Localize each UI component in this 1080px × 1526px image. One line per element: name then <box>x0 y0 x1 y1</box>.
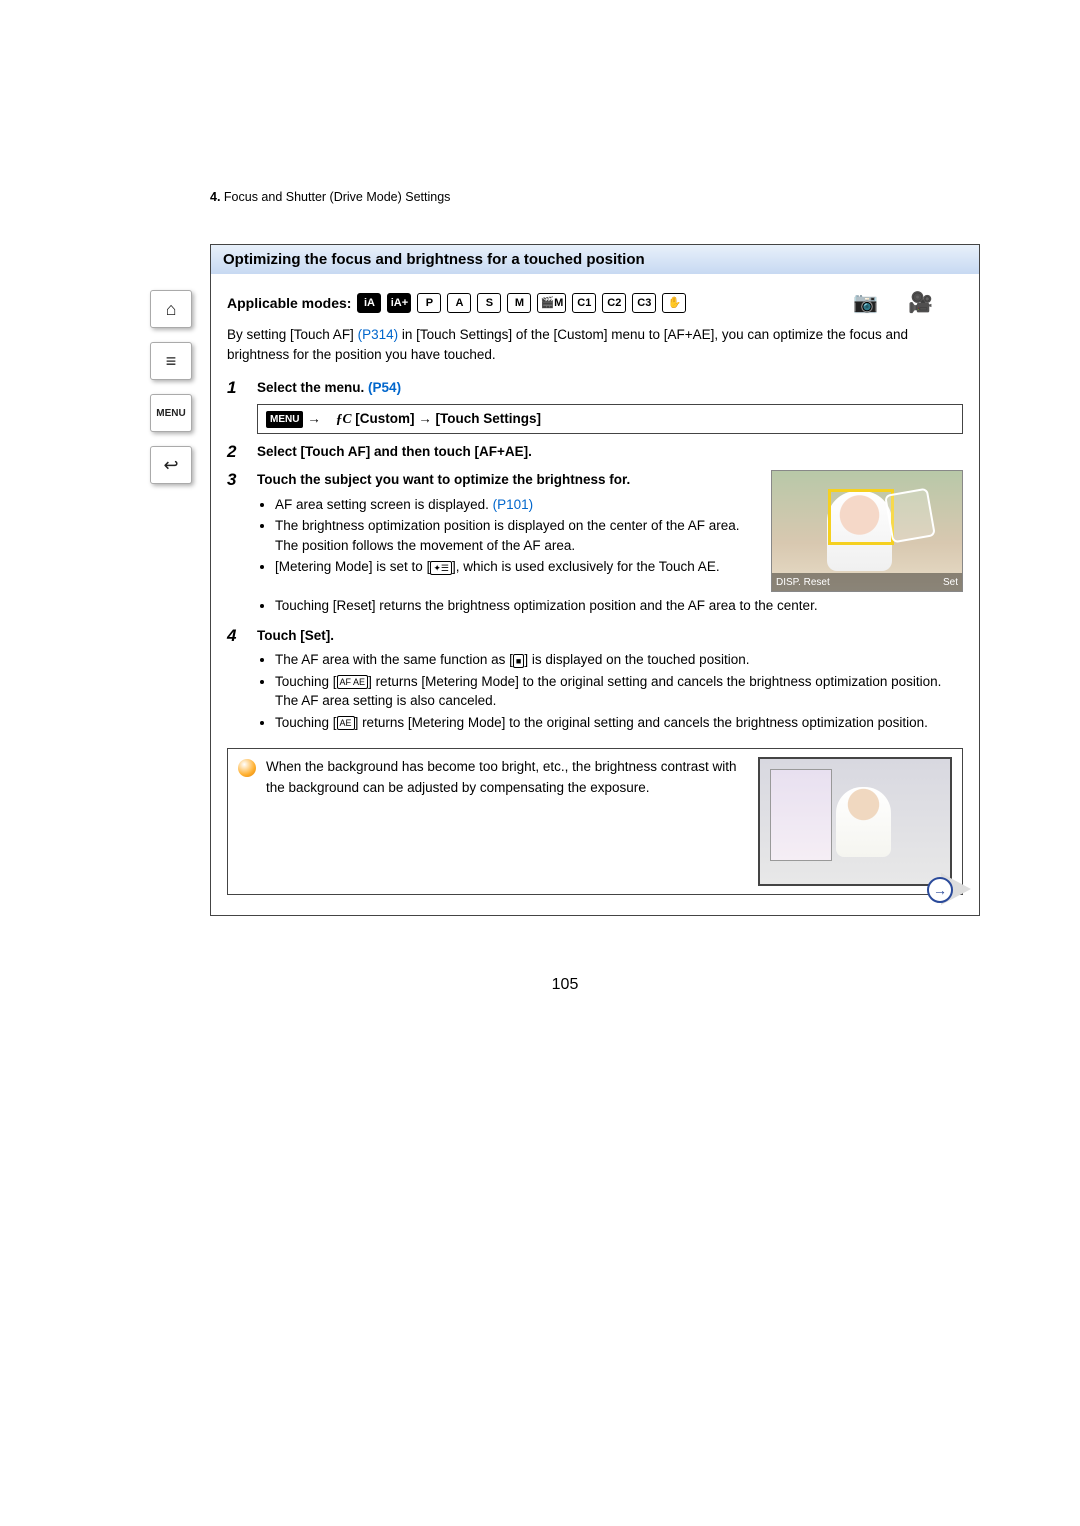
link-p314[interactable]: (P314) <box>358 327 399 342</box>
example-image-touch: DISP. Reset Set <box>771 470 963 592</box>
toc-icon[interactable]: ≡ <box>150 342 192 380</box>
video-icon: 🎥 <box>908 290 933 315</box>
sidebar: ⌂ ≡ MENU ↩ <box>150 290 192 484</box>
step-4: 4 Touch [Set]. The AF area with the same… <box>227 626 963 735</box>
mode-c3: C3 <box>632 293 656 313</box>
step-1: 1 Select the menu. (P54) MENU → ƒC [Cust… <box>227 378 963 435</box>
section-heading: Optimizing the focus and brightness for … <box>211 244 979 274</box>
link-p101[interactable]: (P101) <box>493 497 534 512</box>
mode-ia-plus: iA+ <box>387 293 411 313</box>
disp-label: DISP. <box>776 577 801 588</box>
step4-bullet-3: Touching [AE] returns [Metering Mode] to… <box>275 713 963 733</box>
step3-bullet-3: [Metering Mode] is set to [✦☰], which is… <box>275 557 759 577</box>
step4-bullet-1: The AF area with the same function as [■… <box>275 650 963 670</box>
mode-c1: C1 <box>572 293 596 313</box>
breadcrumb-num: 4. <box>210 190 220 204</box>
breadcrumb-text: Focus and Shutter (Drive Mode) Settings <box>224 190 451 204</box>
breadcrumb: 4. Focus and Shutter (Drive Mode) Settin… <box>210 190 980 204</box>
set-button[interactable]: Set <box>943 575 958 590</box>
example-image-exposure <box>758 757 952 886</box>
mode-m: M <box>507 293 531 313</box>
applicable-label: Applicable modes: <box>227 295 351 311</box>
cancel-ae-icon: AE <box>337 716 355 730</box>
applicable-modes-row: Applicable modes: iA iA+ P A S M 🎬M C1 C… <box>227 290 963 315</box>
step3-bullet-2: The brightness optimization position is … <box>275 516 759 555</box>
af-area-icon: ■ <box>513 654 524 668</box>
mode-creative: ✋ <box>662 293 686 313</box>
menu-chip: MENU <box>266 411 303 428</box>
menu-icon[interactable]: MENU <box>150 394 192 432</box>
touch-ae-icon: ✦☰ <box>430 561 452 575</box>
step4-bullet-2: Touching [AF AE] returns [Metering Mode]… <box>275 672 963 711</box>
back-icon[interactable]: ↩ <box>150 446 192 484</box>
content-panel: Optimizing the focus and brightness for … <box>210 244 980 916</box>
page-number: 105 <box>150 976 980 994</box>
step-num-3: 3 <box>227 470 243 618</box>
lightbulb-icon <box>238 759 256 777</box>
cancel-afae-icon: AF AE <box>337 675 369 689</box>
touch-pointer-icon <box>884 488 936 544</box>
mode-ia: iA <box>357 293 381 313</box>
intro-text: By setting [Touch AF] (P314) in [Touch S… <box>227 325 963 366</box>
mode-a: A <box>447 293 471 313</box>
link-p54[interactable]: (P54) <box>368 380 401 395</box>
menu-path: MENU → ƒC [Custom] → [Touch Settings] <box>257 404 963 434</box>
mode-p: P <box>417 293 441 313</box>
mode-s: S <box>477 293 501 313</box>
step-num-1: 1 <box>227 378 243 435</box>
step-3: 3 Touch the subject you want to optimize… <box>227 470 963 618</box>
step3-bullet-1: AF area setting screen is displayed. (P1… <box>275 495 759 515</box>
reset-button[interactable]: Reset <box>804 577 830 588</box>
mode-movie-m: 🎬M <box>537 293 566 313</box>
camera-icon: 📷 <box>853 290 878 315</box>
step-num-4: 4 <box>227 626 243 735</box>
step-2: 2 Select [Touch AF] and then touch [AF+A… <box>227 442 963 462</box>
home-icon[interactable]: ⌂ <box>150 290 192 328</box>
step-num-2: 2 <box>227 442 243 462</box>
tip-text: When the background has become too brigh… <box>266 757 748 798</box>
tip-box: When the background has become too brigh… <box>227 748 963 895</box>
mode-c2: C2 <box>602 293 626 313</box>
step3-bullet-4: Touching [Reset] returns the brightness … <box>275 596 963 616</box>
